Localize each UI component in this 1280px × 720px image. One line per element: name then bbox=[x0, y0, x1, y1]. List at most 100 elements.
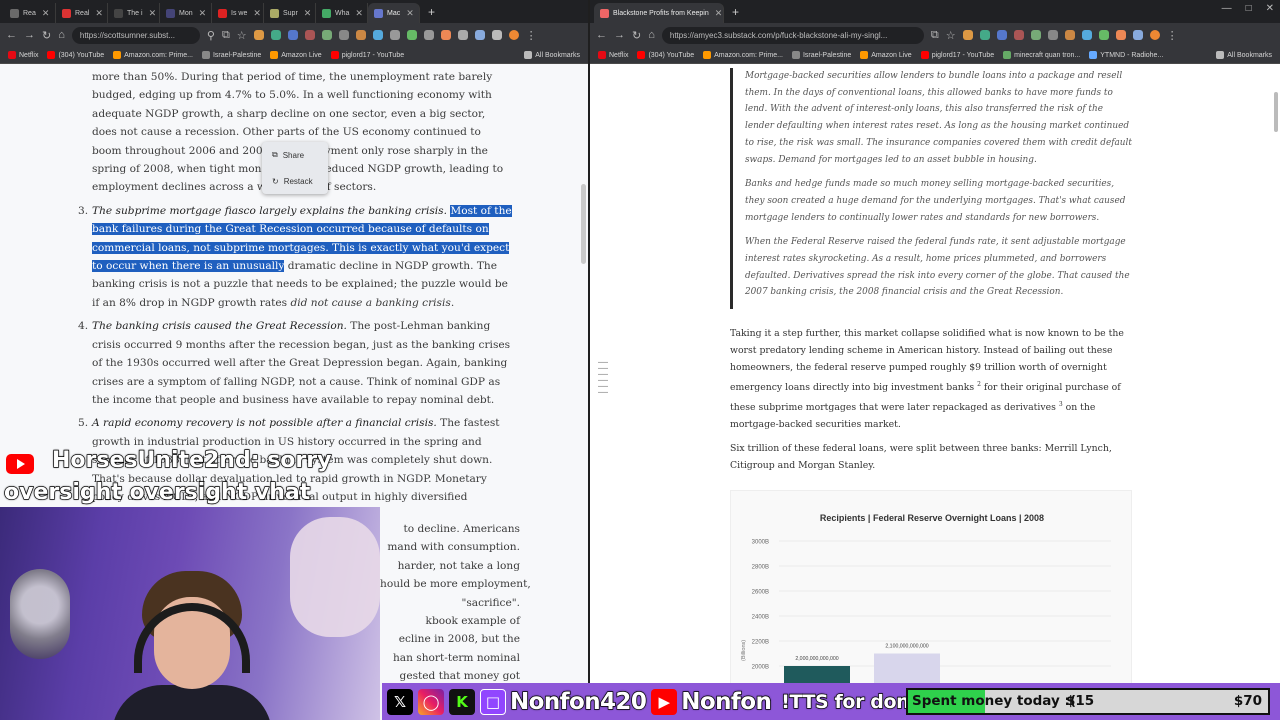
extension-icon[interactable] bbox=[338, 30, 349, 40]
close-icon[interactable]: ✕ bbox=[95, 8, 103, 19]
close-icon[interactable]: ✕ bbox=[304, 8, 312, 19]
scrollbar-thumb[interactable] bbox=[581, 184, 586, 264]
extension-icon[interactable] bbox=[321, 30, 332, 40]
list-lead: A rapid economy recovery is not possible… bbox=[92, 417, 437, 430]
extension-icon[interactable] bbox=[1013, 30, 1024, 40]
new-tab-icon[interactable]: + bbox=[724, 5, 747, 19]
extension-icon[interactable] bbox=[1030, 30, 1041, 40]
extension-icon[interactable] bbox=[287, 30, 298, 40]
share-option[interactable]: ⧉ Share bbox=[262, 142, 328, 168]
reload-icon[interactable]: ↻ bbox=[632, 29, 641, 42]
extension-icon[interactable] bbox=[1047, 30, 1058, 40]
extension-icon[interactable] bbox=[389, 30, 400, 40]
extension-icon[interactable] bbox=[1132, 30, 1143, 40]
extension-icon[interactable] bbox=[406, 30, 417, 40]
browser-tab[interactable]: Supr ✕ bbox=[264, 3, 316, 23]
bookmark-item[interactable]: Netflix bbox=[598, 51, 628, 59]
menu-kebab-icon[interactable]: ⋮ bbox=[526, 29, 537, 42]
bookmark-favicon-icon bbox=[703, 51, 712, 59]
address-bar[interactable]: https://amyec3.substack.com/p/fuck-black… bbox=[661, 26, 924, 44]
back-icon[interactable]: ← bbox=[596, 29, 607, 41]
extension-icon[interactable] bbox=[979, 30, 990, 40]
extension-icon[interactable] bbox=[440, 30, 451, 40]
minimize-icon[interactable]: — bbox=[1222, 3, 1232, 14]
browser-tab[interactable]: Mac ✕ bbox=[368, 3, 420, 23]
extension-icon[interactable] bbox=[474, 30, 485, 40]
share-icon[interactable]: ⧉ bbox=[222, 29, 230, 42]
maximize-icon[interactable]: □ bbox=[1246, 3, 1252, 14]
bookmark-star-icon[interactable]: ☆ bbox=[946, 29, 956, 42]
extension-icon[interactable] bbox=[253, 30, 264, 40]
close-icon[interactable]: ✕ bbox=[715, 8, 723, 19]
bookmark-star-icon[interactable]: ☆ bbox=[237, 29, 247, 42]
home-icon[interactable]: ⌂ bbox=[648, 29, 655, 41]
scrollbar-thumb[interactable] bbox=[1274, 92, 1278, 132]
close-icon[interactable]: ✕ bbox=[355, 8, 363, 19]
close-window-icon[interactable]: ✕ bbox=[1266, 3, 1274, 14]
bookmark-favicon-icon bbox=[860, 51, 869, 59]
close-icon[interactable]: ✕ bbox=[253, 8, 261, 19]
back-icon[interactable]: ← bbox=[6, 29, 17, 41]
bookmark-item[interactable]: Israel-Palestine bbox=[201, 51, 261, 59]
bookmark-item[interactable]: minecraft quan tron... bbox=[1003, 51, 1080, 59]
close-icon[interactable]: ✕ bbox=[199, 8, 207, 19]
close-icon[interactable]: ✕ bbox=[42, 8, 50, 19]
bookmark-item[interactable]: Israel-Palestine bbox=[791, 51, 851, 59]
extension-icon[interactable] bbox=[372, 30, 383, 40]
tab-title: Wha bbox=[335, 9, 350, 17]
browser-tab[interactable]: Rea ✕ bbox=[4, 3, 56, 23]
bookmark-item[interactable]: piglord17 - YouTube bbox=[330, 51, 404, 59]
address-bar[interactable]: https://scottsumner.subst... bbox=[71, 26, 200, 44]
all-bookmarks-button[interactable]: All Bookmarks bbox=[1216, 51, 1272, 59]
extension-icon[interactable] bbox=[962, 30, 973, 40]
bookmark-item[interactable]: Amazon.com: Prime... bbox=[703, 51, 783, 59]
y-tick-label: 3000B bbox=[752, 540, 769, 546]
browser-tab[interactable]: Real ✕ bbox=[56, 3, 108, 23]
article-body: more than 50%. During that period of tim… bbox=[78, 68, 531, 682]
profile-avatar-icon[interactable] bbox=[1149, 30, 1160, 40]
occluded-text-line: kbook example of bbox=[425, 615, 520, 628]
goal-target: $70 bbox=[1233, 693, 1262, 709]
close-icon[interactable]: ✕ bbox=[406, 8, 414, 19]
bookmark-item[interactable]: Amazon Live bbox=[860, 51, 912, 59]
restack-option[interactable]: ↻ Restack bbox=[262, 168, 328, 194]
browser-tab[interactable]: Wha ✕ bbox=[316, 3, 368, 23]
search-icon[interactable]: ⚲ bbox=[207, 29, 215, 42]
bookmark-item[interactable]: (304) YouTube bbox=[637, 51, 694, 59]
browser-tab[interactable]: The i ✕ bbox=[108, 3, 160, 23]
all-bookmarks-button[interactable]: All Bookmarks bbox=[524, 51, 580, 59]
extension-icon[interactable] bbox=[1098, 30, 1109, 40]
tab-favicon-icon bbox=[374, 8, 383, 18]
extension-icon[interactable] bbox=[423, 30, 434, 40]
reload-icon[interactable]: ↻ bbox=[42, 29, 51, 42]
bookmark-item[interactable]: (304) YouTube bbox=[47, 51, 104, 59]
y-tick-label: 2400B bbox=[752, 615, 769, 621]
extension-icon[interactable] bbox=[1081, 30, 1092, 40]
bookmark-item[interactable]: Netflix bbox=[8, 51, 38, 59]
tab-blackstone[interactable]: Blackstone Profits from Keepin ✕ bbox=[594, 3, 724, 23]
extension-icon[interactable] bbox=[1115, 30, 1126, 40]
browser-tab[interactable]: Is we ✕ bbox=[212, 3, 264, 23]
bookmark-item[interactable]: piglord17 - YouTube bbox=[920, 51, 994, 59]
drag-handle-icon[interactable]: — — — — — — bbox=[598, 358, 608, 398]
bookmark-item[interactable]: YTMND - Radiohe... bbox=[1089, 51, 1163, 59]
extension-icon[interactable] bbox=[457, 30, 468, 40]
extension-icon[interactable] bbox=[996, 30, 1007, 40]
profile-avatar-icon[interactable] bbox=[508, 30, 519, 40]
extension-icon[interactable] bbox=[1064, 30, 1075, 40]
browser-tab[interactable]: Mon ✕ bbox=[160, 3, 212, 23]
bookmark-item[interactable]: Amazon.com: Prime... bbox=[113, 51, 193, 59]
bookmark-item[interactable]: Amazon Live bbox=[270, 51, 322, 59]
forward-icon[interactable]: → bbox=[24, 29, 35, 41]
extension-icon[interactable] bbox=[270, 30, 281, 40]
menu-kebab-icon[interactable]: ⋮ bbox=[1167, 29, 1178, 42]
home-icon[interactable]: ⌂ bbox=[58, 29, 65, 41]
close-icon[interactable]: ✕ bbox=[149, 8, 157, 19]
extension-icon[interactable] bbox=[491, 30, 502, 40]
extension-icon[interactable] bbox=[355, 30, 366, 40]
article-page[interactable]: — — — — — — Mortgage-backed securities allow … bbox=[590, 64, 1280, 720]
forward-icon[interactable]: → bbox=[614, 29, 625, 41]
share-icon[interactable]: ⧉ bbox=[931, 29, 939, 42]
extension-icon[interactable] bbox=[304, 30, 315, 40]
new-tab-icon[interactable]: + bbox=[420, 5, 443, 19]
